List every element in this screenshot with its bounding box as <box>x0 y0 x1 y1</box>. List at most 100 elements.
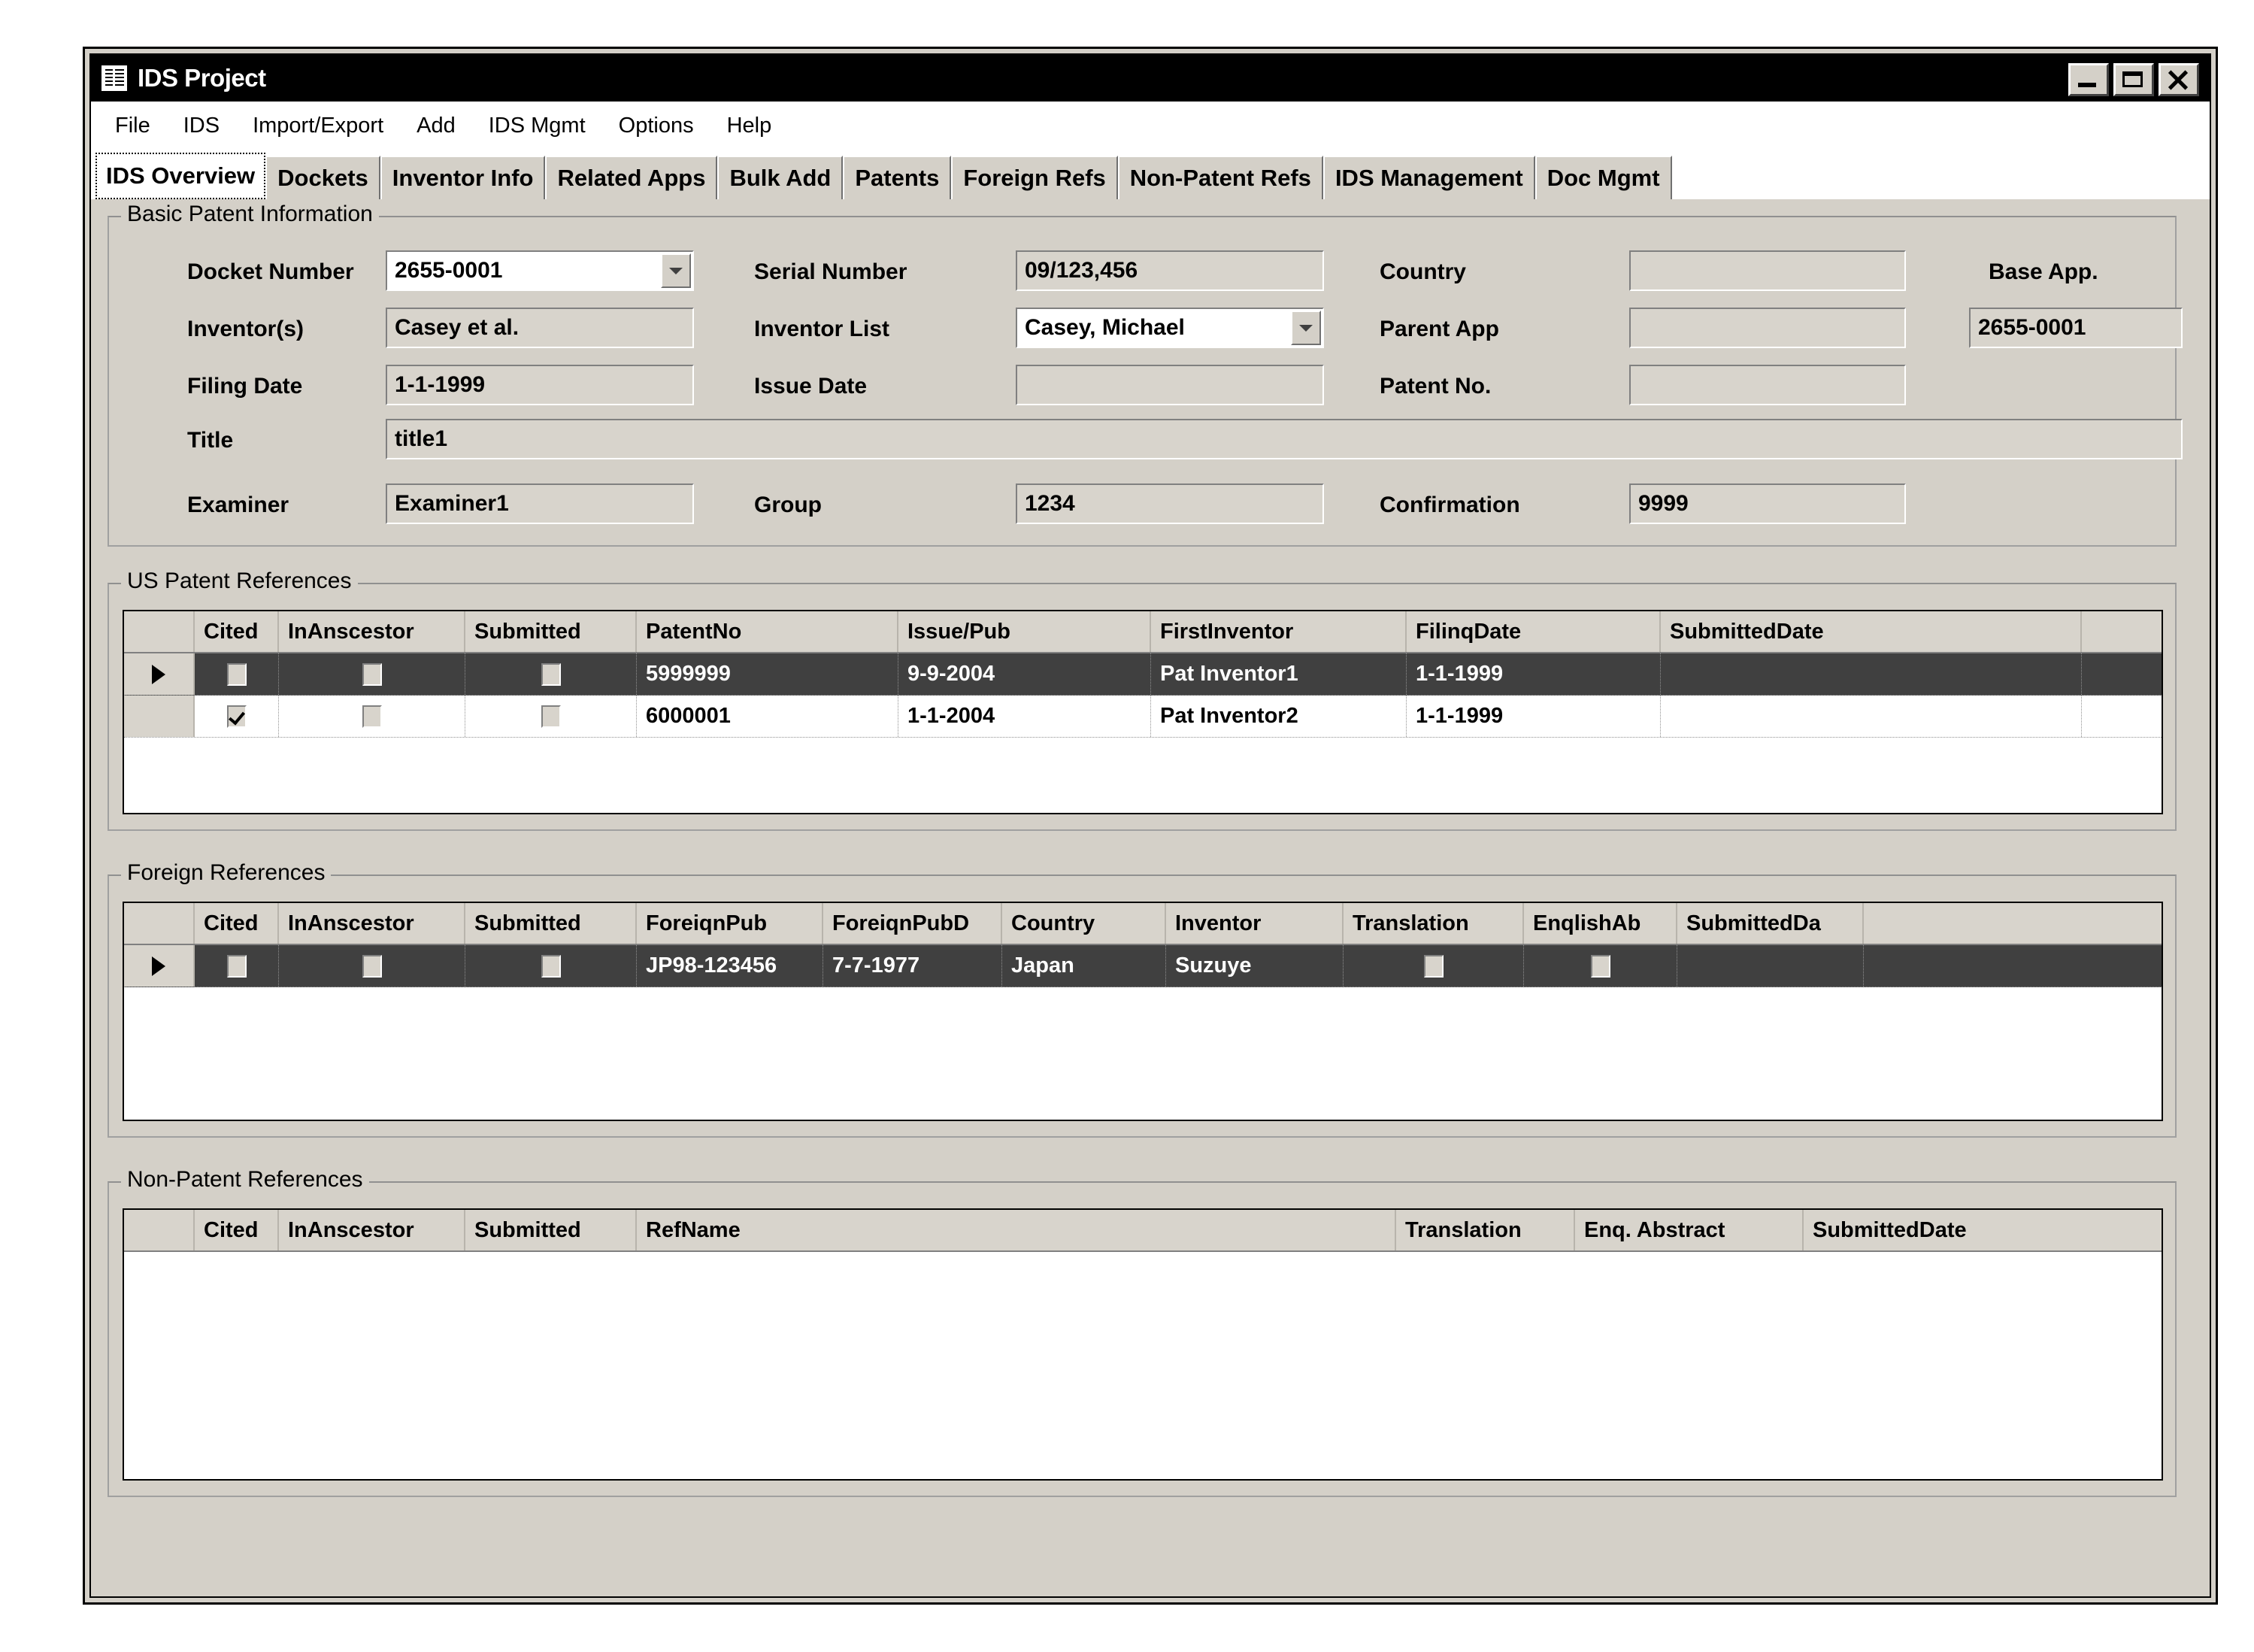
checkbox-cell[interactable] <box>1524 945 1677 987</box>
column-header[interactable]: FirstInventor <box>1151 611 1407 652</box>
menu-item-ids[interactable]: IDS <box>183 114 220 138</box>
inventor-list-combo[interactable]: Casey, Michael <box>1016 308 1324 348</box>
column-header[interactable]: Translation <box>1396 1210 1575 1250</box>
tab-doc-mgmt[interactable]: Doc Mgmt <box>1534 156 1672 199</box>
checkbox-enqlishab[interactable] <box>1590 954 1610 978</box>
inventors-field[interactable]: Casey et al. <box>386 308 694 348</box>
column-header[interactable]: Enq. Abstract <box>1575 1210 1804 1250</box>
table-row[interactable]: 6000001 1-1-2004 Pat Inventor2 1-1-1999 <box>124 696 2162 738</box>
tab-non-patent-refs[interactable]: Non-Patent Refs <box>1117 156 1323 199</box>
tab-dockets[interactable]: Dockets <box>265 156 380 199</box>
column-header[interactable]: SubmittedDate <box>1804 1210 2162 1250</box>
minimize-button[interactable] <box>2068 63 2109 96</box>
column-header[interactable]: InAnscestor <box>279 903 465 944</box>
checkbox-inanscestor[interactable] <box>362 705 382 728</box>
issue-date-field[interactable] <box>1016 365 1324 405</box>
menu-item-file[interactable]: File <box>115 114 150 138</box>
table-cell[interactable]: 1-1-2004 <box>898 696 1151 737</box>
checkbox-translation[interactable] <box>1423 954 1444 978</box>
table-cell[interactable]: 1-1-1999 <box>1407 653 1661 695</box>
checkbox-cell[interactable] <box>465 653 637 695</box>
tab-inventor-info[interactable]: Inventor Info <box>380 156 546 199</box>
filing-date-field[interactable]: 1-1-1999 <box>386 365 694 405</box>
checkbox-cell[interactable] <box>195 653 279 695</box>
tab-bulk-add[interactable]: Bulk Add <box>717 156 844 199</box>
patent-no-field[interactable] <box>1629 365 1906 405</box>
column-header[interactable]: InAnscestor <box>279 1210 465 1250</box>
column-header[interactable]: ForeiqnPub <box>637 903 823 944</box>
table-row[interactable]: JP98-123456 7-7-1977 Japan Suzuye <box>124 945 2162 987</box>
column-header[interactable]: PatentNo <box>637 611 898 652</box>
row-selector[interactable] <box>124 696 195 737</box>
chevron-down-icon[interactable] <box>661 253 691 288</box>
table-cell[interactable] <box>1677 945 1864 987</box>
menu-item-help[interactable]: Help <box>727 114 772 138</box>
checkbox-inanscestor[interactable] <box>362 662 382 686</box>
tab-foreign-refs[interactable]: Foreign Refs <box>951 156 1118 199</box>
row-selector-arrow-icon[interactable] <box>124 945 195 987</box>
title-field[interactable]: title1 <box>386 419 2183 459</box>
column-header[interactable]: EnqlishAb <box>1524 903 1677 944</box>
close-button[interactable] <box>2159 63 2199 96</box>
table-cell[interactable]: Japan <box>1002 945 1166 987</box>
examiner-field[interactable]: Examiner1 <box>386 483 694 524</box>
checkbox-cell[interactable] <box>195 696 279 737</box>
docket-number-combo[interactable]: 2655-0001 <box>386 250 694 291</box>
menu-item-ids-mgmt[interactable]: IDS Mgmt <box>489 114 586 138</box>
column-header[interactable]: Translation <box>1344 903 1524 944</box>
column-header[interactable]: Cited <box>195 903 279 944</box>
menu-item-options[interactable]: Options <box>619 114 694 138</box>
table-cell[interactable] <box>1661 653 2082 695</box>
column-header[interactable]: Country <box>1002 903 1166 944</box>
us-patent-references-grid[interactable]: Cited InAnscestor Submitted PatentNo Issue/P… <box>123 610 2163 814</box>
checkbox-cited[interactable] <box>226 662 247 686</box>
table-cell[interactable]: Pat Inventor2 <box>1151 696 1407 737</box>
serial-number-field[interactable]: 09/123,456 <box>1016 250 1324 291</box>
table-cell[interactable]: 9-9-2004 <box>898 653 1151 695</box>
checkbox-cell[interactable] <box>465 696 637 737</box>
checkbox-submitted[interactable] <box>541 705 561 728</box>
table-cell[interactable]: 5999999 <box>637 653 898 695</box>
checkbox-cell[interactable] <box>279 945 465 987</box>
table-cell[interactable] <box>1661 696 2082 737</box>
column-header[interactable]: Submitted <box>465 1210 637 1250</box>
checkbox-cell[interactable] <box>465 945 637 987</box>
checkbox-cited[interactable] <box>226 705 247 728</box>
column-header[interactable]: ForeiqnPubD <box>823 903 1002 944</box>
table-cell[interactable]: 7-7-1977 <box>823 945 1002 987</box>
table-cell[interactable]: 6000001 <box>637 696 898 737</box>
checkbox-inanscestor[interactable] <box>362 954 382 978</box>
foreign-references-grid[interactable]: Cited InAnscestor Submitted ForeiqnPub Forei… <box>123 902 2163 1121</box>
menu-item-import-export[interactable]: Import/Export <box>253 114 383 138</box>
table-cell[interactable]: Suzuye <box>1166 945 1344 987</box>
column-header[interactable]: Submitted <box>465 611 637 652</box>
menu-item-add[interactable]: Add <box>417 114 456 138</box>
tab-related-apps[interactable]: Related Apps <box>545 156 718 199</box>
checkbox-cell[interactable] <box>279 653 465 695</box>
column-header[interactable]: Cited <box>195 611 279 652</box>
checkbox-submitted[interactable] <box>541 662 561 686</box>
base-app-field[interactable]: 2655-0001 <box>1969 308 2183 348</box>
column-header[interactable]: Cited <box>195 1210 279 1250</box>
tab-ids-overview[interactable]: IDS Overview <box>95 153 266 199</box>
non-patent-references-grid[interactable]: Cited InAnscestor Submitted RefName Translat… <box>123 1208 2163 1481</box>
column-header[interactable]: InAnscestor <box>279 611 465 652</box>
tab-ids-management[interactable]: IDS Management <box>1322 156 1535 199</box>
row-selector-arrow-icon[interactable] <box>124 653 195 695</box>
checkbox-cell[interactable] <box>1344 945 1524 987</box>
column-header[interactable]: FilinqDate <box>1407 611 1661 652</box>
table-row[interactable]: 5999999 9-9-2004 Pat Inventor1 1-1-1999 <box>124 653 2162 696</box>
tab-patents[interactable]: Patents <box>843 156 952 199</box>
checkbox-submitted[interactable] <box>541 954 561 978</box>
column-header[interactable]: SubmittedDate <box>1661 611 2082 652</box>
chevron-down-icon[interactable] <box>1291 311 1321 345</box>
checkbox-cited[interactable] <box>226 954 247 978</box>
table-cell[interactable]: Pat Inventor1 <box>1151 653 1407 695</box>
column-header[interactable]: Submitted <box>465 903 637 944</box>
maximize-button[interactable] <box>2113 63 2154 96</box>
table-cell[interactable]: 1-1-1999 <box>1407 696 1661 737</box>
checkbox-cell[interactable] <box>195 945 279 987</box>
parent-app-field[interactable] <box>1629 308 1906 348</box>
column-header[interactable]: RefName <box>637 1210 1396 1250</box>
country-field[interactable] <box>1629 250 1906 291</box>
